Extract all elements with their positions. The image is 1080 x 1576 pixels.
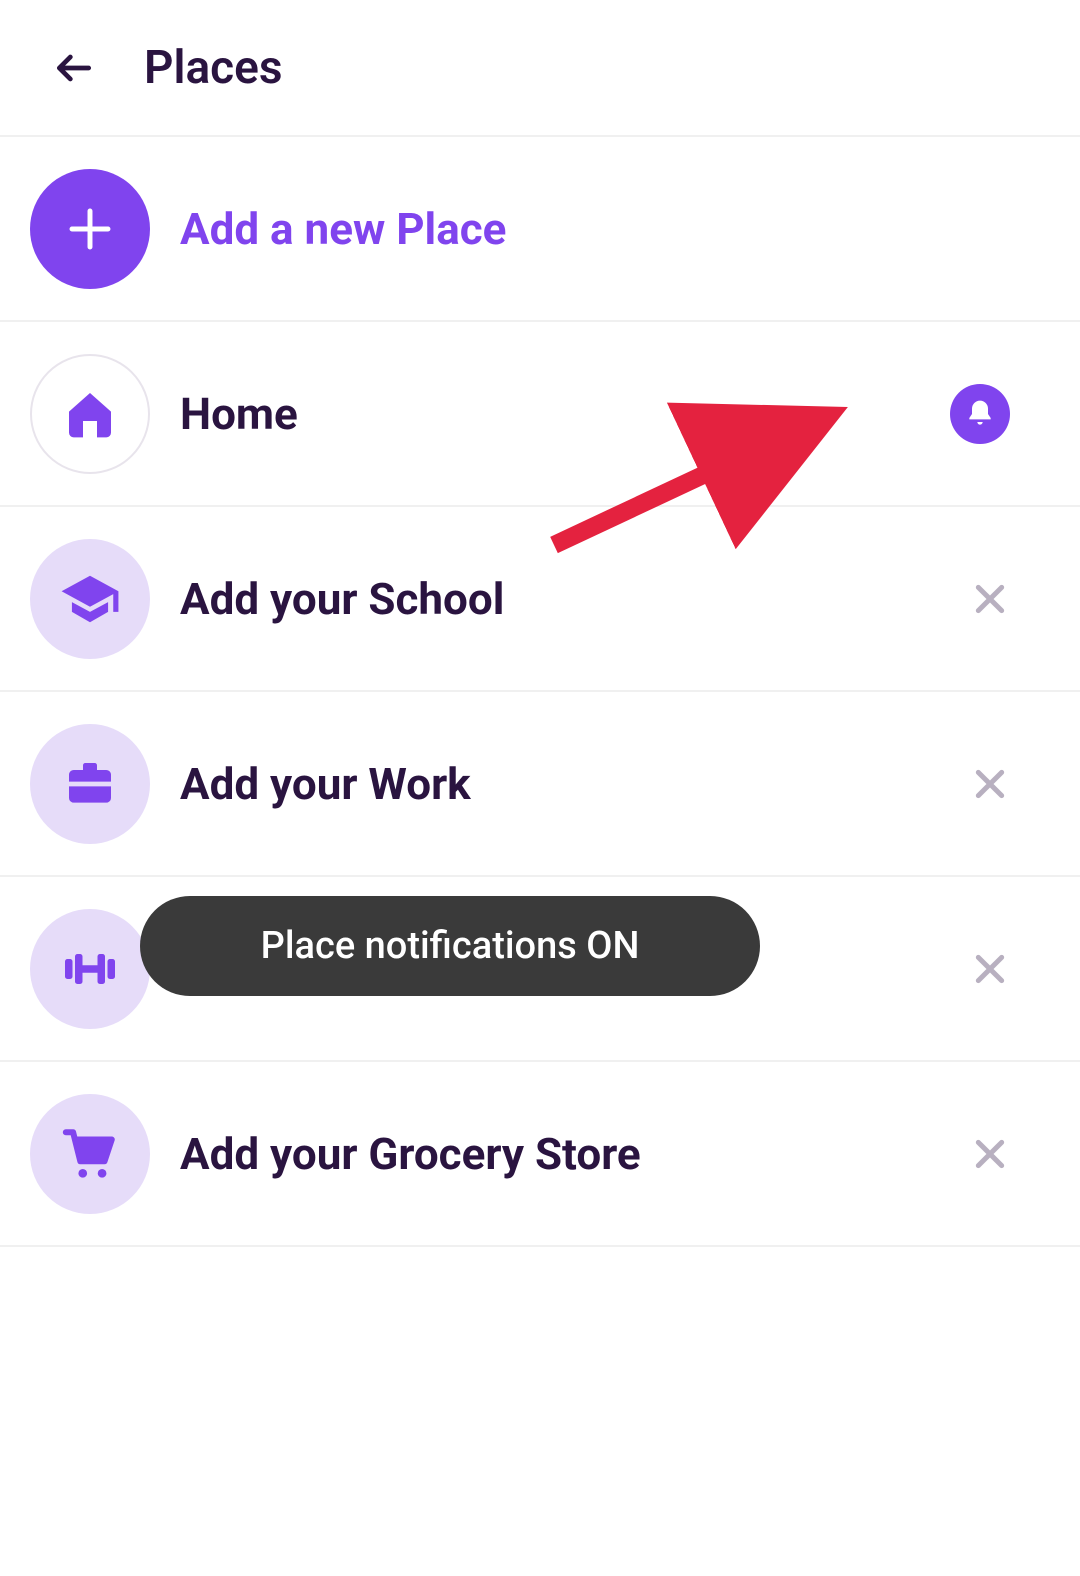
home-icon-circle [30, 354, 150, 474]
arrow-left-icon [52, 46, 96, 90]
place-row-home[interactable]: Home [0, 322, 1080, 505]
page-title: Places [144, 41, 283, 95]
close-icon [970, 764, 1010, 804]
header: Places [0, 0, 1080, 135]
work-icon-circle [30, 724, 150, 844]
home-icon [62, 386, 118, 442]
close-icon [970, 1134, 1010, 1174]
place-row-work[interactable]: Add your Work [0, 692, 1080, 875]
briefcase-icon [62, 756, 118, 812]
place-label: Add your School [180, 573, 965, 625]
graduation-cap-icon [59, 568, 121, 630]
place-row-grocery[interactable]: Add your Grocery Store [0, 1062, 1080, 1245]
place-label: Add your Grocery Store [180, 1128, 965, 1180]
add-place-row[interactable]: Add a new Place [0, 137, 1080, 320]
toast-notification: Place notifications ON [140, 896, 760, 996]
toast-message: Place notifications ON [261, 924, 640, 968]
bell-icon [964, 398, 996, 430]
close-icon [970, 949, 1010, 989]
shopping-cart-icon [61, 1125, 119, 1183]
back-button[interactable] [44, 38, 104, 98]
place-label: Add your Work [180, 758, 965, 810]
divider [0, 1245, 1080, 1247]
gym-icon-circle [30, 909, 150, 1029]
dismiss-button[interactable] [965, 574, 1015, 624]
add-place-label: Add a new Place [180, 203, 1050, 255]
plus-icon [63, 202, 117, 256]
school-icon-circle [30, 539, 150, 659]
places-list: Add a new Place Home Add your School [0, 137, 1080, 1247]
place-row-school[interactable]: Add your School [0, 507, 1080, 690]
add-place-button[interactable] [30, 169, 150, 289]
place-label: Home [180, 388, 950, 440]
dumbbell-icon [60, 939, 120, 999]
notification-toggle-button[interactable] [950, 384, 1010, 444]
grocery-icon-circle [30, 1094, 150, 1214]
dismiss-button[interactable] [965, 759, 1015, 809]
close-icon [970, 579, 1010, 619]
dismiss-button[interactable] [965, 944, 1015, 994]
dismiss-button[interactable] [965, 1129, 1015, 1179]
